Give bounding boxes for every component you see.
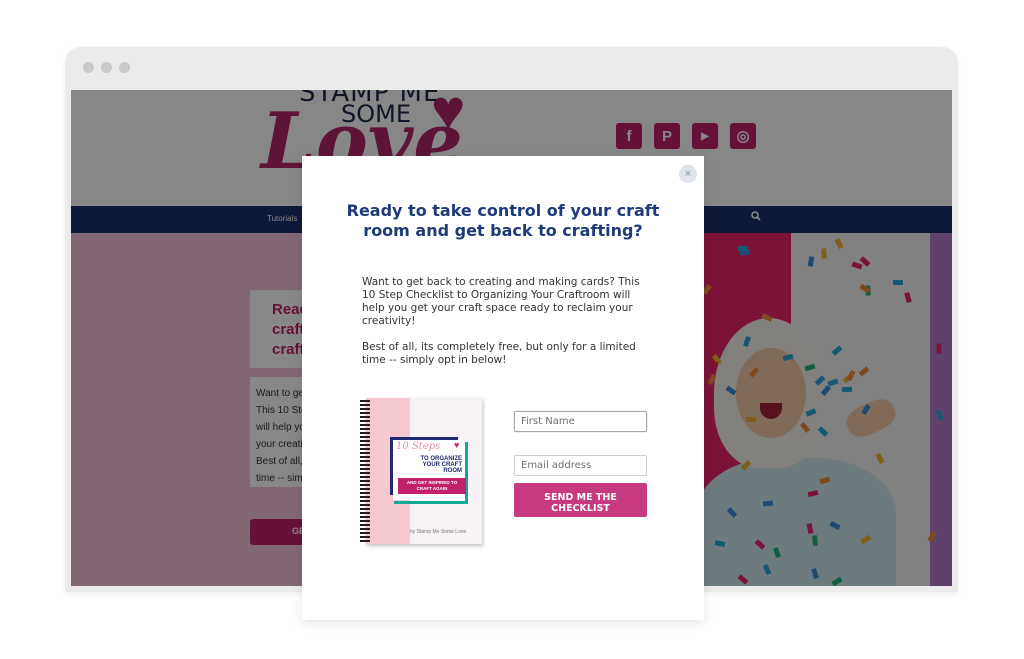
modal-title: Ready to take control of your craft room…	[346, 201, 660, 240]
window-dot-minimize[interactable]	[101, 62, 112, 73]
first-name-input[interactable]	[514, 411, 647, 432]
window-dot-close[interactable]	[83, 62, 94, 73]
optin-modal: × Ready to take control of your craft ro…	[302, 156, 704, 620]
modal-paragraph-1: Want to get back to creating and making …	[362, 276, 640, 327]
modal-body: Want to get back to creating and making …	[362, 276, 652, 380]
ebook-subtitle: TO ORGANIZE YOUR CRAFT ROOM	[420, 456, 462, 474]
ebook-cover-image: 10 Steps ♥ TO ORGANIZE YOUR CRAFT ROOM A…	[360, 396, 485, 546]
send-checklist-button[interactable]: SEND ME THE CHECKLIST	[514, 483, 647, 517]
close-icon[interactable]: ×	[679, 165, 697, 183]
ebook-spiral-binding	[360, 400, 370, 542]
ebook-title: 10 Steps	[396, 441, 441, 452]
heart-icon: ♥	[454, 440, 460, 450]
window-dot-maximize[interactable]	[119, 62, 130, 73]
ebook-author: by Stamp Me Some Love	[410, 529, 467, 535]
ebook-tagline: AND GET INSPIRED TO CRAFT AGAIN	[398, 478, 466, 494]
email-input[interactable]	[514, 455, 647, 476]
modal-paragraph-2: Best of all, its completely free, but on…	[362, 341, 636, 366]
window-controls	[83, 62, 130, 73]
